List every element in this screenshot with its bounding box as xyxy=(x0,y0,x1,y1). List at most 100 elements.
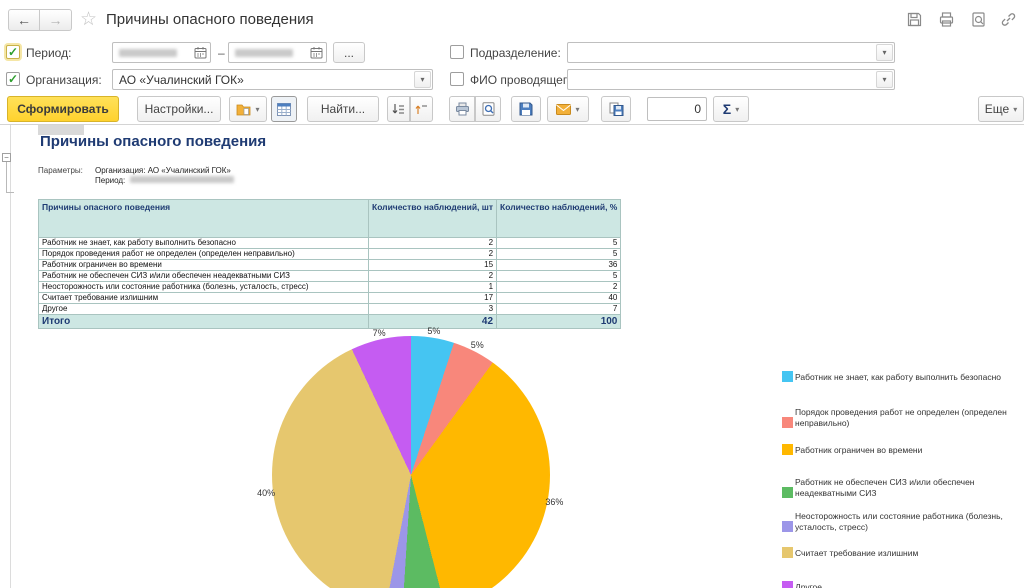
table-row[interactable]: Считает требование излишним1740 xyxy=(39,293,621,304)
table-total-row[interactable]: Итого42100 xyxy=(39,315,621,329)
pie-slice-label: 5% xyxy=(471,340,484,350)
cell-cause[interactable]: Считает требование излишним xyxy=(39,293,369,304)
legend-item[interactable]: Работник не обеспечен СИЗ и/или обеспече… xyxy=(782,477,1018,498)
cell-cause[interactable]: Работник ограничен во времени xyxy=(39,260,369,271)
settings-label: Настройки... xyxy=(145,102,214,116)
cell-value[interactable]: 40 xyxy=(497,293,621,304)
print-icon[interactable] xyxy=(938,11,955,28)
legend-label: Другое xyxy=(795,582,822,588)
period-checkbox[interactable]: ✓ xyxy=(6,45,20,59)
cell-value[interactable]: 17 xyxy=(369,293,497,304)
legend-item[interactable]: Работник не знает, как работу выполнить … xyxy=(782,371,1018,382)
cell-cause[interactable]: Неосторожность или состояние работника (… xyxy=(39,282,369,293)
conductor-combo[interactable]: ▾ xyxy=(567,69,895,90)
pie-slice-label: 36% xyxy=(545,497,563,507)
chevron-down-icon: ▾ xyxy=(255,105,259,114)
print-preview-button[interactable] xyxy=(475,96,501,122)
legend-item[interactable]: Считает требование излишним xyxy=(782,547,1018,558)
folder-icon xyxy=(236,103,251,116)
table-row[interactable]: Работник не обеспечен СИЗ и/или обеспече… xyxy=(39,271,621,282)
organization-combo[interactable]: АО «Учалинский ГОК» ▾ xyxy=(112,69,433,90)
table-row[interactable]: Порядок проведения работ не определен (о… xyxy=(39,249,621,260)
autosum-button[interactable]: Σ ▾ xyxy=(713,96,749,122)
find-button[interactable]: Найти... xyxy=(307,96,379,122)
chevron-down-icon[interactable]: ▾ xyxy=(876,71,893,88)
cell-value[interactable]: 5 xyxy=(497,249,621,260)
cell-cause[interactable]: Порядок проведения работ не определен (о… xyxy=(39,249,369,260)
show-table-button[interactable] xyxy=(271,96,297,122)
column-header-cause[interactable]: Причины опасного поведения xyxy=(39,200,369,238)
save-icon[interactable] xyxy=(906,11,923,28)
conductor-label: ФИО проводящего: xyxy=(470,73,577,87)
legend-item[interactable]: Работник ограничен во времени xyxy=(782,444,1018,455)
pie-chart[interactable] xyxy=(272,336,550,588)
chevron-down-icon: ▾ xyxy=(735,105,739,114)
table-row[interactable]: Работник ограничен во времени1536 xyxy=(39,260,621,271)
settings-button[interactable]: Настройки... xyxy=(137,96,221,122)
cell-value[interactable]: 2 xyxy=(369,238,497,249)
back-arrow-icon: ← xyxy=(17,12,31,28)
cell-value[interactable]: 7 xyxy=(497,304,621,315)
column-header-count[interactable]: Количество наблюдений, шт xyxy=(369,200,497,238)
cell-value[interactable]: 36 xyxy=(497,260,621,271)
forward-button[interactable]: → xyxy=(40,9,72,31)
table-row[interactable]: Неосторожность или состояние работника (… xyxy=(39,282,621,293)
report-title: Причины опасного поведения xyxy=(40,133,266,150)
legend-label: Работник не знает, как работу выполнить … xyxy=(795,372,1001,383)
forward-arrow-icon: → xyxy=(49,12,63,28)
preview-page-icon xyxy=(482,102,495,116)
group-bracket-line xyxy=(6,162,7,192)
toolbar-separator xyxy=(0,124,1024,125)
link-icon[interactable] xyxy=(1000,11,1017,28)
collapse-groups-button[interactable] xyxy=(410,96,433,122)
copy-result-button[interactable] xyxy=(601,96,631,122)
save-result-button[interactable] xyxy=(511,96,541,122)
legend-item[interactable]: Другое xyxy=(782,581,1018,588)
cell-cause[interactable]: Работник не обеспечен СИЗ и/или обеспече… xyxy=(39,271,369,282)
report-variants-button[interactable]: ▾ xyxy=(229,96,267,122)
sum-counter-input[interactable] xyxy=(647,97,707,121)
send-mail-button[interactable]: ▾ xyxy=(547,96,589,122)
period-more-button[interactable]: ... xyxy=(333,42,365,63)
department-checkbox[interactable] xyxy=(450,45,464,59)
copy-save-icon xyxy=(609,102,624,116)
group-collapse-toggle[interactable]: − xyxy=(2,153,11,162)
legend-swatch-icon xyxy=(782,487,793,498)
period-to-input[interactable] xyxy=(228,42,327,63)
department-combo[interactable]: ▾ xyxy=(567,42,895,63)
cell-value[interactable]: 2 xyxy=(369,249,497,260)
calendar-icon[interactable] xyxy=(310,46,323,59)
legend-item[interactable]: Неосторожность или состояние работника (… xyxy=(782,511,1018,532)
favorite-star-icon[interactable]: ☆ xyxy=(80,8,97,31)
generate-button[interactable]: Сформировать xyxy=(7,96,119,122)
cell-cause[interactable]: Работник не знает, как работу выполнить … xyxy=(39,238,369,249)
calendar-icon[interactable] xyxy=(194,46,207,59)
chevron-down-icon[interactable]: ▾ xyxy=(876,44,893,61)
table-row[interactable]: Другое37 xyxy=(39,304,621,315)
conductor-checkbox[interactable] xyxy=(450,72,464,86)
cell-value[interactable]: 1 xyxy=(369,282,497,293)
column-header-percent[interactable]: Количество наблюдений, % xyxy=(497,200,621,238)
cell-value[interactable]: 3 xyxy=(369,304,497,315)
cell-value[interactable]: 2 xyxy=(369,271,497,282)
period-range-dash: – xyxy=(218,46,225,60)
find-label: Найти... xyxy=(321,102,365,116)
cell-value[interactable]: 2 xyxy=(497,282,621,293)
period-from-input[interactable] xyxy=(112,42,211,63)
report-table: Причины опасного поведения Количество на… xyxy=(38,199,621,329)
cell-value[interactable]: 15 xyxy=(369,260,497,271)
preview-icon[interactable] xyxy=(970,11,987,28)
legend-item[interactable]: Порядок проведения работ не определен (о… xyxy=(782,407,1018,428)
legend-label: Считает требование излишним xyxy=(795,548,918,559)
organization-checkbox[interactable]: ✓ xyxy=(6,72,20,86)
cell-value[interactable]: 5 xyxy=(497,238,621,249)
print-button[interactable] xyxy=(449,96,475,122)
period-to-value-redacted xyxy=(235,49,293,57)
table-row[interactable]: Работник не знает, как работу выполнить … xyxy=(39,238,621,249)
expand-groups-button[interactable] xyxy=(387,96,410,122)
back-button[interactable]: ← xyxy=(8,9,40,31)
cell-value[interactable]: 5 xyxy=(497,271,621,282)
chevron-down-icon[interactable]: ▾ xyxy=(414,71,431,88)
more-button[interactable]: Еще ▾ xyxy=(978,96,1024,122)
cell-cause[interactable]: Другое xyxy=(39,304,369,315)
